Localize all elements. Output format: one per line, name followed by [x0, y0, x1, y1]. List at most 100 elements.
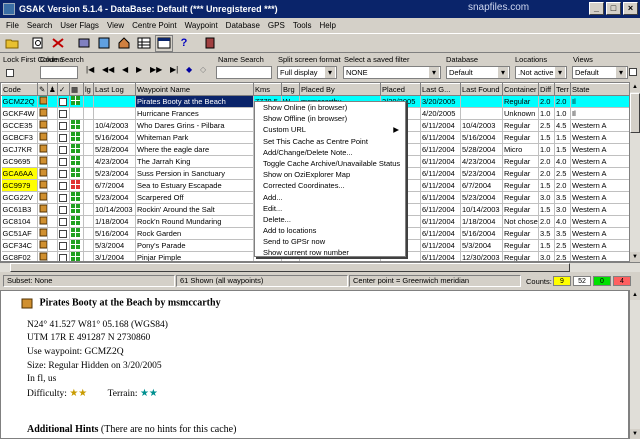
- cell-last-found: 5/28/2004: [460, 143, 503, 156]
- col-code[interactable]: Code: [1, 83, 38, 96]
- home-icon[interactable]: [115, 35, 133, 52]
- help-icon[interactable]: ?: [175, 35, 193, 52]
- menu-item-toggle-archive[interactable]: Toggle Cache Archive/Unavailable Status: [255, 158, 405, 169]
- cache-type-icon: [37, 143, 48, 156]
- menu-tools[interactable]: Tools: [289, 21, 316, 30]
- cell-diff: 1.5: [538, 239, 555, 252]
- delete-icon[interactable]: [49, 35, 67, 52]
- cell-state: Western A: [570, 143, 634, 156]
- database-select[interactable]: Default: [446, 66, 510, 79]
- grid-icon[interactable]: [135, 35, 153, 52]
- col-container[interactable]: Container: [502, 83, 539, 96]
- open-folder-icon[interactable]: [3, 35, 21, 52]
- col-type-icon[interactable]: ✎: [37, 83, 48, 96]
- menu-file[interactable]: File: [2, 21, 23, 30]
- col-diff[interactable]: Diff: [538, 83, 555, 96]
- last-record-button[interactable]: ▶|: [170, 65, 178, 74]
- code-search-input[interactable]: [40, 66, 78, 79]
- cell-waypoint-name: Rock Garden: [135, 227, 254, 240]
- hscroll-thumb[interactable]: [10, 263, 570, 272]
- next-page-button[interactable]: ▶▶: [150, 65, 162, 74]
- grid-vertical-scrollbar[interactable]: ▲ ▼: [629, 82, 640, 262]
- col-brg[interactable]: Brg: [281, 83, 300, 96]
- prev-record-button[interactable]: ◀: [122, 65, 128, 74]
- scroll-down-arrow-icon[interactable]: ▼: [630, 252, 640, 262]
- menu-search[interactable]: Search: [23, 21, 56, 30]
- menu-item-row-number[interactable]: Show current row number: [255, 247, 405, 258]
- menu-centre-point[interactable]: Centre Point: [128, 21, 180, 30]
- found-icon: [47, 239, 58, 252]
- bookmark-icon[interactable]: ◆: [186, 65, 192, 74]
- menu-item-show-online[interactable]: Show Online (in browser): [255, 102, 405, 113]
- menu-user-flags[interactable]: User Flags: [56, 21, 103, 30]
- cell-state: Western A: [570, 251, 634, 261]
- col-terr[interactable]: Terr: [554, 83, 571, 96]
- cell-container: Regular: [502, 119, 539, 132]
- maximize-button[interactable]: □: [606, 2, 621, 15]
- exit-icon[interactable]: [201, 35, 219, 52]
- lock-column-checkbox[interactable]: [6, 69, 14, 77]
- col-last-found[interactable]: Last Found: [460, 83, 503, 96]
- cell-waypoint-name: Suss Persion in Sanctuary: [135, 167, 254, 180]
- menu-help[interactable]: Help: [316, 21, 340, 30]
- search-icon[interactable]: [29, 35, 47, 52]
- scroll-thumb[interactable]: [630, 93, 640, 133]
- menu-item-ozi-map[interactable]: Show on OziExplorer Map: [255, 169, 405, 180]
- detail-scrollbar[interactable]: ▲ ▼: [629, 290, 640, 439]
- col-last-gpx[interactable]: Last G...: [420, 83, 461, 96]
- col-waypoint-name[interactable]: Waypoint Name: [135, 83, 254, 96]
- split-screen-select[interactable]: Full display: [277, 66, 337, 79]
- detail-scroll-down-icon[interactable]: ▼: [630, 429, 640, 439]
- views-select[interactable]: Default: [572, 66, 628, 79]
- tools-icon[interactable]: [75, 35, 93, 52]
- col-kms[interactable]: Kms: [253, 83, 282, 96]
- user-flag-checkbox: [57, 191, 70, 204]
- menu-item-set-centre[interactable]: Set This Cache as Centre Point: [255, 136, 405, 147]
- cell-last-found: [460, 107, 503, 120]
- col-last-log[interactable]: Last Log: [93, 83, 136, 96]
- menu-item-add[interactable]: Add...: [255, 192, 405, 203]
- col-grid-icon[interactable]: ▦: [69, 83, 84, 96]
- minimize-button[interactable]: _: [589, 2, 604, 15]
- cell-last-log: 10/4/2003: [93, 119, 136, 132]
- menu-view[interactable]: View: [103, 21, 128, 30]
- grid-horizontal-scrollbar[interactable]: [0, 262, 640, 272]
- cell-code: GCA6AA: [1, 167, 38, 180]
- gps-icon[interactable]: [95, 35, 113, 52]
- cell-code: GC51AF: [1, 227, 38, 240]
- scroll-up-arrow-icon[interactable]: ▲: [630, 82, 640, 92]
- col-user-flag[interactable]: ✓: [57, 83, 70, 96]
- menu-item-send-gps[interactable]: Send to GPSr now: [255, 236, 405, 247]
- views-checkbox[interactable]: [629, 68, 637, 76]
- next-record-button[interactable]: ▶: [136, 65, 142, 74]
- menu-item-delete[interactable]: Delete...: [255, 214, 405, 225]
- prev-page-button[interactable]: ◀◀: [102, 65, 114, 74]
- col-placed-by[interactable]: Placed By: [299, 83, 381, 96]
- name-search-input[interactable]: [216, 66, 272, 79]
- col-lg[interactable]: lg: [83, 83, 94, 96]
- menu-item-note[interactable]: Add/Change/Delete Note...: [255, 147, 405, 158]
- cell-last-gpx: 6/11/2004: [420, 119, 461, 132]
- cache-type-icon: [37, 227, 48, 240]
- window-icon[interactable]: [155, 34, 173, 52]
- menu-item-custom-url[interactable]: Custom URL ▶: [255, 124, 405, 135]
- col-state[interactable]: State: [570, 83, 634, 96]
- menu-item-add-locations[interactable]: Add to locations: [255, 225, 405, 236]
- eraser-icon[interactable]: ◇: [200, 65, 206, 74]
- status-bar: Subset: None 61 Shown (all waypoints) Ce…: [0, 274, 640, 288]
- menu-gps[interactable]: GPS: [264, 21, 289, 30]
- close-button[interactable]: ×: [623, 2, 638, 15]
- col-placed[interactable]: Placed: [380, 83, 421, 96]
- menu-item-edit[interactable]: Edit...: [255, 203, 405, 214]
- menu-item-show-offline[interactable]: Show Offline (in browser): [255, 113, 405, 124]
- split-screen-label: Split screen format: [278, 55, 341, 64]
- menu-waypoint[interactable]: Waypoint: [181, 21, 222, 30]
- menu-item-corrected-coords[interactable]: Corrected Coordinates...: [255, 180, 405, 191]
- detail-scroll-up-icon[interactable]: ▲: [630, 290, 640, 300]
- saved-filter-select[interactable]: NONE: [343, 66, 441, 79]
- col-found-icon[interactable]: ♟: [47, 83, 58, 96]
- first-record-button[interactable]: |◀: [86, 65, 94, 74]
- menu-database[interactable]: Database: [222, 21, 264, 30]
- locations-select[interactable]: .Not active: [515, 66, 567, 79]
- found-icon: [47, 167, 58, 180]
